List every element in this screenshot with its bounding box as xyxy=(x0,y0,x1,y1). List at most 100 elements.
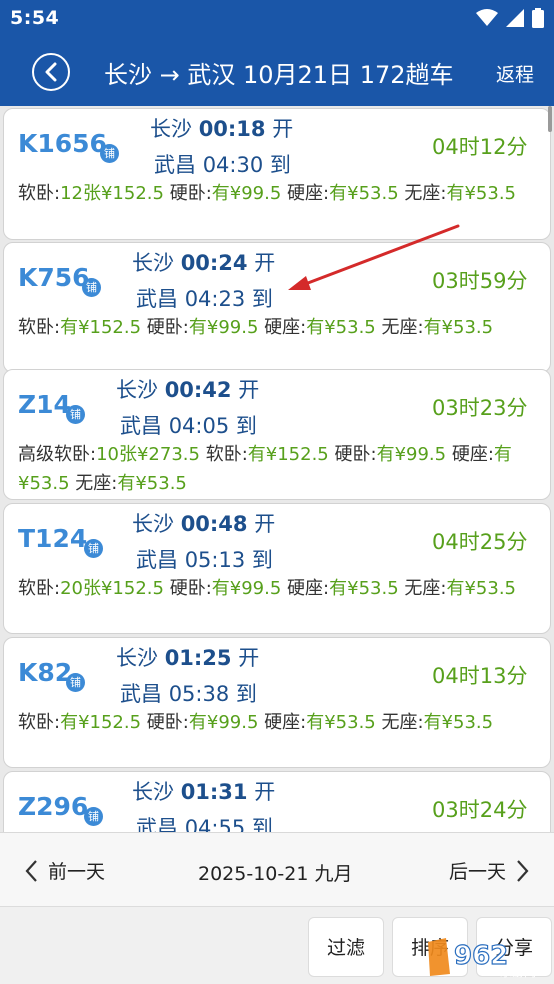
train-card[interactable]: K756 铺 长沙 00:24 开 武昌 04:23 到 03时59分 软卧:有… xyxy=(3,242,551,373)
seat-availability: 软卧:20张¥152.5 硬卧:有¥99.5 硬座:有¥53.5 无座:有¥53… xyxy=(18,574,542,603)
seat-availability-value: 有¥53.5 xyxy=(306,317,376,338)
scrollbar[interactable] xyxy=(548,106,552,132)
date-navigation: 前一天 2025-10-21 九月 后一天 xyxy=(0,832,554,906)
seat-type-label: 软卧: xyxy=(18,317,61,338)
train-number: Z14 xyxy=(18,390,71,419)
seat-availability-value: 20张¥152.5 xyxy=(60,578,164,599)
signal-icon xyxy=(506,9,524,27)
battery-icon xyxy=(532,8,544,28)
next-day-label: 后一天 xyxy=(448,861,506,883)
next-day-button[interactable]: 后一天 xyxy=(449,857,530,884)
seat-type-label: 硬座: xyxy=(264,712,307,733)
seat-type-label: 软卧: xyxy=(18,712,61,733)
arrival-info: 武昌 04:23 到 xyxy=(136,287,273,311)
seat-availability-value: 有¥99.5 xyxy=(211,578,282,599)
departure-info: 长沙 00:24 开 xyxy=(132,251,276,275)
seat-availability-value: 有¥99.5 xyxy=(188,712,259,733)
seat-availability-value: 有¥152.5 xyxy=(247,444,329,465)
seat-availability: 软卧:有¥152.5 硬卧:有¥99.5 硬座:有¥53.5 无座:有¥53.5 xyxy=(18,708,542,737)
seat-availability-value: 有¥99.5 xyxy=(211,183,282,204)
seat-type-label: 软卧: xyxy=(205,444,248,465)
wifi-icon xyxy=(476,9,498,26)
chevron-right-icon xyxy=(517,859,529,882)
seat-type-label: 硬卧: xyxy=(169,183,212,204)
seat-availability: 软卧:12张¥152.5 硬卧:有¥99.5 硬座:有¥53.5 无座:有¥53… xyxy=(18,179,542,208)
chevron-left-icon xyxy=(25,859,37,882)
duration: 03时59分 xyxy=(432,269,528,293)
seat-type-label: 无座: xyxy=(75,473,118,494)
train-list[interactable]: K1656 铺 长沙 00:18 开 武昌 04:30 到 04时12分 软卧:… xyxy=(0,106,554,832)
train-number: K82 xyxy=(18,658,73,687)
previous-day-button[interactable]: 前一天 xyxy=(24,857,105,884)
departure-info: 长沙 00:48 开 xyxy=(132,512,276,536)
seat-availability-value: 有¥99.5 xyxy=(188,317,259,338)
arrival-info: 武昌 05:13 到 xyxy=(136,548,273,572)
status-time: 5:54 xyxy=(10,7,60,29)
seat-availability-value: 10张¥273.5 xyxy=(96,444,200,465)
seat-availability-value: 有¥53.5 xyxy=(306,712,376,733)
departure-info: 长沙 01:25 开 xyxy=(116,646,260,670)
seat-type-label: 硬卧: xyxy=(334,444,377,465)
train-number: T124 xyxy=(18,524,88,553)
seat-availability-value: 有¥53.5 xyxy=(446,183,516,204)
sleeper-badge: 铺 xyxy=(66,405,85,424)
seat-availability-value: 12张¥152.5 xyxy=(60,183,164,204)
back-button[interactable] xyxy=(32,53,70,91)
arrival-info: 武昌 04:05 到 xyxy=(120,414,257,438)
sleeper-badge: 铺 xyxy=(100,144,119,163)
seat-type-label: 软卧: xyxy=(18,183,61,204)
train-card[interactable]: K1656 铺 长沙 00:18 开 武昌 04:30 到 04时12分 软卧:… xyxy=(3,108,551,240)
seat-type-label: 硬卧: xyxy=(169,578,212,599)
sleeper-badge: 铺 xyxy=(66,673,85,692)
train-number: Z296 xyxy=(18,792,89,821)
seat-type-label: 硬座: xyxy=(287,578,330,599)
page-title: 长沙 → 武汉 10月21日 172趟车 xyxy=(104,61,454,89)
return-trip-button[interactable]: 返程 xyxy=(496,60,534,87)
seat-availability-value: 有¥53.5 xyxy=(423,317,494,338)
current-date[interactable]: 2025-10-21 九月 xyxy=(198,859,352,886)
seat-availability-value: 有¥152.5 xyxy=(60,317,142,338)
departure-info: 长沙 00:42 开 xyxy=(116,378,260,402)
departure-info: 长沙 01:31 开 xyxy=(132,780,276,804)
watermark-logo: 962 乐游网 xyxy=(428,938,536,979)
seat-availability-value: 有¥53.5 xyxy=(423,712,494,733)
duration: 03时23分 xyxy=(432,396,528,420)
seat-type-label: 高级软卧: xyxy=(18,444,97,465)
seat-type-label: 硬座: xyxy=(451,444,494,465)
seat-type-label: 无座: xyxy=(404,578,447,599)
train-number: K756 xyxy=(18,263,90,292)
sleeper-badge: 铺 xyxy=(82,278,101,297)
seat-type-label: 硬座: xyxy=(287,183,330,204)
app-bar: 长沙 → 武汉 10月21日 172趟车 返程 xyxy=(0,38,554,106)
seat-availability-value: 有¥99.5 xyxy=(376,444,447,465)
seat-availability-value: 有¥53.5 xyxy=(329,183,399,204)
train-number: K1656 xyxy=(18,129,107,158)
watermark-subtext: 乐游网 xyxy=(500,965,536,979)
train-card[interactable]: Z296 铺 长沙 01:31 开 武昌 04:55 到 03时24分 xyxy=(3,771,551,832)
seat-availability-value: 有¥53.5 xyxy=(446,578,516,599)
status-bar: 5:54 xyxy=(0,0,554,38)
system-icons xyxy=(476,8,544,28)
seat-availability: 软卧:有¥152.5 硬卧:有¥99.5 硬座:有¥53.5 无座:有¥53.5 xyxy=(18,313,542,342)
seat-availability-value: 有¥152.5 xyxy=(60,712,142,733)
duration: 03时24分 xyxy=(432,798,528,822)
arrival-info: 武昌 04:55 到 xyxy=(136,816,273,832)
chevron-left-icon xyxy=(45,62,57,82)
seat-type-label: 无座: xyxy=(381,317,424,338)
train-card[interactable]: K82 铺 长沙 01:25 开 武昌 05:38 到 04时13分 软卧:有¥… xyxy=(3,637,551,768)
filter-button[interactable]: 过滤 xyxy=(308,917,384,977)
departure-info: 长沙 00:18 开 xyxy=(150,117,294,141)
arrival-info: 武昌 05:38 到 xyxy=(120,682,257,706)
train-card[interactable]: Z14 铺 长沙 00:42 开 武昌 04:05 到 03时23分 高级软卧:… xyxy=(3,369,551,500)
sleeper-badge: 铺 xyxy=(84,539,103,558)
seat-type-label: 无座: xyxy=(381,712,424,733)
seat-type-label: 硬卧: xyxy=(146,317,189,338)
seat-type-label: 硬座: xyxy=(264,317,307,338)
seat-availability: 高级软卧:10张¥273.5 软卧:有¥152.5 硬卧:有¥99.5 硬座: 有… xyxy=(18,440,542,498)
duration: 04时12分 xyxy=(432,135,528,159)
duration: 04时13分 xyxy=(432,664,528,688)
train-card[interactable]: T124 铺 长沙 00:48 开 武昌 05:13 到 04时25分 软卧:2… xyxy=(3,503,551,634)
seat-availability-value: 有¥53.5 xyxy=(329,578,399,599)
previous-day-label: 前一天 xyxy=(48,861,106,883)
duration: 04时25分 xyxy=(432,530,528,554)
